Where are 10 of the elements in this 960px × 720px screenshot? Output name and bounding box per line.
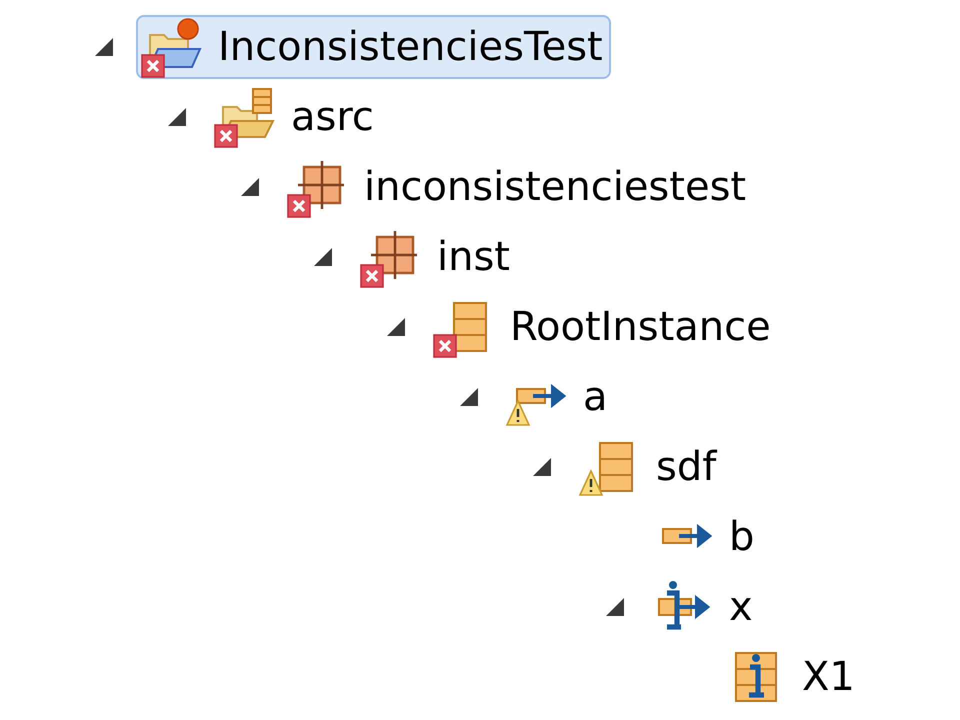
tree-item[interactable]: asrc [209, 85, 382, 149]
tree-item[interactable]: inconsistenciestest [282, 155, 754, 219]
tree-item[interactable]: RootInstance [428, 295, 779, 359]
tree-item[interactable]: a [501, 365, 616, 429]
tree-item[interactable]: InconsistenciesTest [136, 15, 611, 79]
tree-item[interactable]: x [647, 575, 761, 639]
tree-item[interactable]: X1 [720, 645, 863, 709]
tree-item[interactable]: sdf [574, 435, 724, 499]
tree-item[interactable]: inst [355, 225, 518, 289]
tree-item[interactable]: b [647, 505, 762, 569]
